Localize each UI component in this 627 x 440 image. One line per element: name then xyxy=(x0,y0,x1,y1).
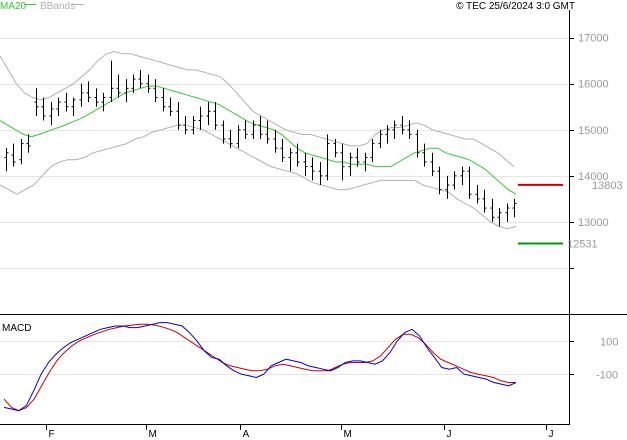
ohlc-bar xyxy=(370,138,375,162)
price-tick-label: 15000 xyxy=(578,125,609,137)
ohlc-bar xyxy=(437,166,442,195)
ohlc-bar xyxy=(94,88,99,107)
price-tick-label: 13000 xyxy=(578,217,609,229)
ohlc-bar xyxy=(490,198,495,222)
ohlc-bar xyxy=(273,129,278,153)
x-axis: FMAMJJ xyxy=(46,424,554,440)
chart: MA20 BBands © TEC 25/6/2024 3:0 GMT 1300… xyxy=(0,1,627,440)
ohlc-bar xyxy=(505,203,510,222)
ohlc-bar xyxy=(497,208,502,227)
ohlc-bar xyxy=(79,83,84,107)
ohlc-bar xyxy=(11,143,16,167)
copyright-text: © TEC 25/6/2024 3:0 GMT xyxy=(456,1,575,12)
ohlc-bar xyxy=(168,97,173,116)
bbands-upper-line xyxy=(0,50,515,167)
macd-panel: MACD 100 -100 xyxy=(0,315,618,425)
ohlc-bar xyxy=(116,74,121,98)
ohlc-bar xyxy=(19,138,24,165)
macd-line xyxy=(3,322,517,412)
ohlc-bar xyxy=(407,120,412,139)
ohlc-bar xyxy=(445,175,450,199)
x-tick-label: M xyxy=(344,429,352,440)
ohlc-bar xyxy=(56,97,61,116)
ohlc-bar xyxy=(64,92,69,112)
ohlc-bar xyxy=(363,152,368,172)
support-label: 12531 xyxy=(567,238,598,250)
ohlc-bar xyxy=(109,60,114,103)
ohlc-bar xyxy=(146,74,151,93)
ohlc-bar xyxy=(41,97,46,121)
ohlc-bar xyxy=(392,120,397,139)
ohlc-bar xyxy=(482,189,487,213)
ohlc-bar xyxy=(512,198,517,218)
ohlc-bar xyxy=(138,69,143,89)
x-tick-label: M xyxy=(149,429,157,440)
ohlc-bar xyxy=(191,115,196,135)
ohlc-bar xyxy=(26,134,31,153)
ohlc-bar xyxy=(467,166,472,199)
ohlc-bar xyxy=(452,171,457,190)
ohlc-bar xyxy=(325,134,330,181)
ohlc-bar xyxy=(49,102,54,126)
ohlc-bar xyxy=(415,129,420,158)
ohlc-bar xyxy=(265,120,270,144)
ohlc-bar xyxy=(213,102,218,130)
macd-grid xyxy=(0,341,570,375)
price-panel: 1300014000150001600017000 13803 12531 xyxy=(0,10,627,315)
ohlc-bar xyxy=(318,162,323,186)
x-tick-label: F xyxy=(49,429,55,440)
ohlc-bar xyxy=(236,125,241,149)
ohlc-bar xyxy=(198,106,203,130)
legend-ma-label: MA20 xyxy=(0,1,27,12)
ohlc-bar xyxy=(101,92,106,112)
macd-title: MACD xyxy=(2,323,31,334)
ohlc-bar xyxy=(161,88,166,112)
ma20-line xyxy=(0,85,517,195)
ohlc-bar xyxy=(422,143,427,167)
legend-bb-label: BBands xyxy=(40,1,75,12)
x-tick-label: J xyxy=(549,429,554,440)
x-tick-label: A xyxy=(243,429,250,440)
ohlc-bar xyxy=(288,148,293,172)
ohlc-bar xyxy=(460,166,465,186)
ohlc-bar xyxy=(4,148,9,172)
price-tick-label: 16000 xyxy=(578,79,609,91)
macd-axis: 100 -100 xyxy=(570,337,618,382)
ohlc-bar xyxy=(34,88,39,116)
ohlc-bar xyxy=(280,138,285,162)
price-axis: 1300014000150001600017000 xyxy=(570,33,609,269)
ohlc-bar xyxy=(475,185,480,204)
ohlc-bar xyxy=(400,115,405,135)
x-tick-label: J xyxy=(447,429,452,440)
macd-tick-label: -100 xyxy=(596,370,618,382)
ohlc-bar xyxy=(243,120,248,139)
macd-tick-label: 100 xyxy=(600,337,618,349)
ohlc-bar xyxy=(71,97,76,116)
ohlc-bar xyxy=(258,115,263,139)
ohlc-bar xyxy=(430,152,435,176)
price-tick-label: 17000 xyxy=(578,33,609,45)
macd-signal-line xyxy=(3,323,516,412)
ohlc-bar xyxy=(124,79,129,103)
resistance-label: 13803 xyxy=(592,180,623,192)
ohlc-bar xyxy=(153,79,158,103)
ohlc-bar xyxy=(303,152,308,176)
legend-bb-swatch xyxy=(72,4,84,5)
ohlc-bars xyxy=(4,60,517,227)
ohlc-bar xyxy=(206,102,211,126)
